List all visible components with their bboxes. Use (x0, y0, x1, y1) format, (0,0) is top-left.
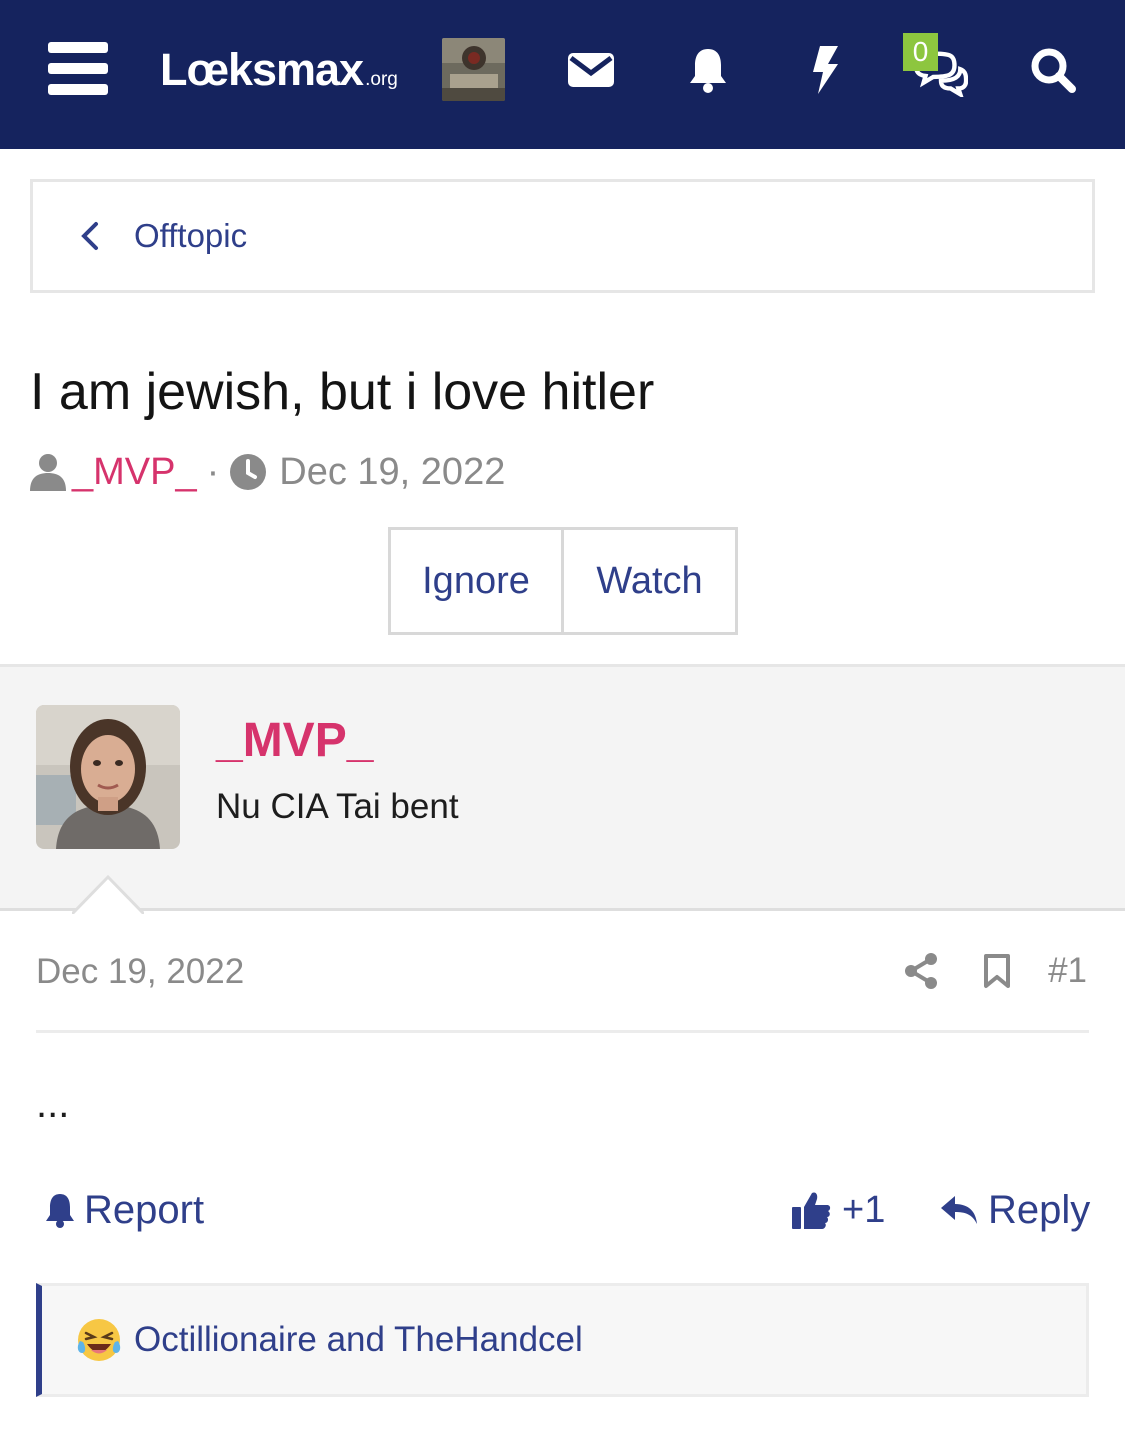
envelope-icon[interactable] (563, 42, 619, 98)
reactions-bar: Octillionaire and TheHandcel (36, 1283, 1089, 1397)
bookmark-icon[interactable] (970, 944, 1024, 998)
site-logo[interactable]: Lœksmax .org (160, 44, 398, 96)
thread-title: I am jewish, but i love hitler (30, 363, 655, 421)
bell-icon[interactable] (680, 42, 736, 98)
watch-button[interactable]: Watch (564, 530, 735, 632)
ignore-button[interactable]: Ignore (391, 530, 564, 632)
top-nav-bar: Lœksmax .org 0 (0, 0, 1125, 149)
breadcrumb[interactable]: Offtopic (30, 179, 1095, 293)
reactions-users[interactable]: Octillionaire and TheHandcel (134, 1320, 583, 1360)
bell-icon (46, 1194, 74, 1228)
thumbs-up-icon (792, 1192, 831, 1229)
search-icon[interactable] (1025, 42, 1081, 98)
user-icon (30, 454, 66, 491)
user-avatar[interactable] (442, 38, 505, 101)
post-divider (36, 1030, 1089, 1033)
bolt-icon[interactable] (797, 42, 853, 98)
post-number[interactable]: #1 (1048, 951, 1087, 991)
report-button[interactable]: Report (44, 1184, 204, 1236)
meta-separator: · (206, 450, 220, 493)
post-avatar[interactable] (36, 705, 180, 849)
thread-action-buttons: Ignore Watch (388, 527, 738, 635)
reply-icon (941, 1196, 977, 1224)
laughing-tears-emoji-icon (77, 1319, 121, 1361)
post-actions: #1 (872, 944, 1087, 998)
conversations-badge: 0 (903, 33, 938, 71)
post-date[interactable]: Dec 19, 2022 (36, 952, 244, 992)
breadcrumb-label[interactable]: Offtopic (134, 217, 247, 255)
report-label: Report (84, 1187, 205, 1232)
post-user-title: Nu CIA Tai bent (216, 787, 459, 826)
like-count: +1 (842, 1188, 886, 1231)
menu-icon[interactable] (48, 42, 108, 96)
chevron-left-icon (81, 222, 98, 250)
message-arrow (72, 874, 144, 914)
thread-meta: _MVP_ · Dec 19, 2022 (30, 450, 505, 494)
clock-icon (230, 454, 267, 490)
like-button[interactable]: +1 (790, 1184, 885, 1236)
thread-author[interactable]: _MVP_ (72, 451, 197, 494)
reply-label: Reply (988, 1187, 1091, 1232)
post-user-block: _MVP_ Nu CIA Tai bent (0, 664, 1125, 911)
post-body: ... (36, 1082, 70, 1126)
thread-date[interactable]: Dec 19, 2022 (279, 451, 505, 494)
reply-button[interactable]: Reply (940, 1184, 1090, 1236)
post-username[interactable]: _MVP_ (216, 713, 373, 768)
share-icon[interactable] (894, 944, 948, 998)
